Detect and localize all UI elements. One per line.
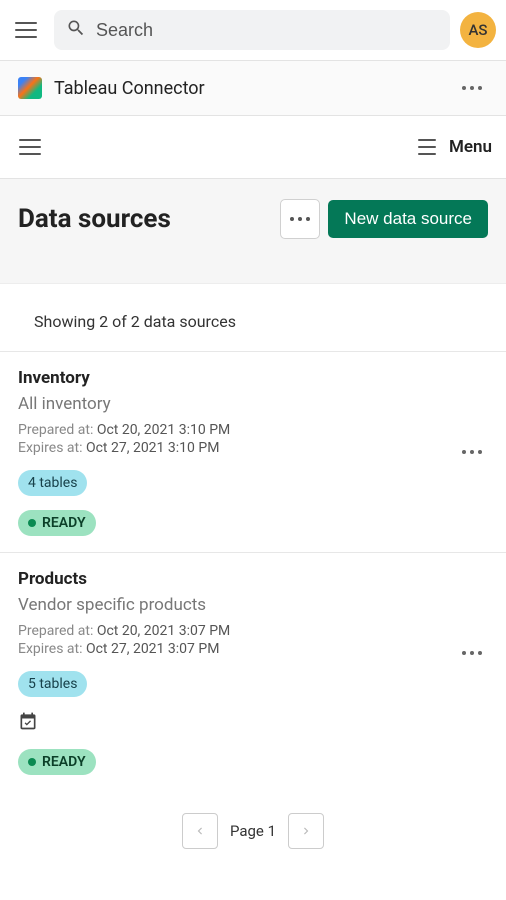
tableau-logo-icon bbox=[18, 77, 42, 99]
prepared-value: Oct 20, 2021 3:10 PM bbox=[97, 422, 230, 438]
data-source-description: All inventory bbox=[18, 394, 488, 414]
sub-hamburger-icon[interactable] bbox=[14, 130, 48, 164]
item-more-icon[interactable] bbox=[456, 444, 488, 460]
search-box[interactable] bbox=[54, 10, 450, 50]
prepared-label: Prepared at: bbox=[18, 623, 97, 639]
search-icon bbox=[66, 18, 86, 42]
data-source-name[interactable]: Inventory bbox=[18, 368, 488, 388]
data-source-name[interactable]: Products bbox=[18, 569, 488, 589]
expires-label: Expires at: bbox=[18, 440, 86, 456]
data-source-item: Products Vendor specific products Prepar… bbox=[0, 553, 506, 791]
prepared-label: Prepared at: bbox=[18, 422, 97, 438]
page-label: Page 1 bbox=[224, 822, 282, 840]
expires-label: Expires at: bbox=[18, 641, 86, 657]
tables-badge: 4 tables bbox=[18, 470, 87, 496]
page-more-button[interactable] bbox=[280, 199, 320, 239]
data-source-item: Inventory All inventory Prepared at: Oct… bbox=[0, 352, 506, 553]
expires-value: Oct 27, 2021 3:10 PM bbox=[86, 440, 219, 456]
menu-label: Menu bbox=[449, 137, 492, 157]
prev-page-button[interactable] bbox=[182, 813, 218, 849]
new-data-source-button[interactable]: New data source bbox=[328, 200, 488, 238]
data-source-description: Vendor specific products bbox=[18, 595, 488, 615]
status-badge: READY bbox=[18, 510, 96, 536]
app-title: Tableau Connector bbox=[54, 78, 205, 99]
status-badge: READY bbox=[18, 749, 96, 775]
search-input[interactable] bbox=[96, 20, 438, 41]
expires-value: Oct 27, 2021 3:07 PM bbox=[86, 641, 219, 657]
results-count: Showing 2 of 2 data sources bbox=[0, 284, 506, 352]
avatar[interactable]: AS bbox=[460, 12, 496, 48]
schedule-icon bbox=[18, 711, 38, 731]
prepared-value: Oct 20, 2021 3:07 PM bbox=[97, 623, 230, 639]
app-more-icon[interactable] bbox=[456, 80, 488, 96]
menu-button[interactable]: Menu bbox=[413, 130, 492, 164]
top-hamburger-icon[interactable] bbox=[10, 13, 44, 47]
pagination: Page 1 bbox=[0, 791, 506, 849]
page-title: Data sources bbox=[18, 204, 171, 234]
item-more-icon[interactable] bbox=[456, 645, 488, 661]
tables-badge: 5 tables bbox=[18, 671, 87, 697]
next-page-button[interactable] bbox=[288, 813, 324, 849]
